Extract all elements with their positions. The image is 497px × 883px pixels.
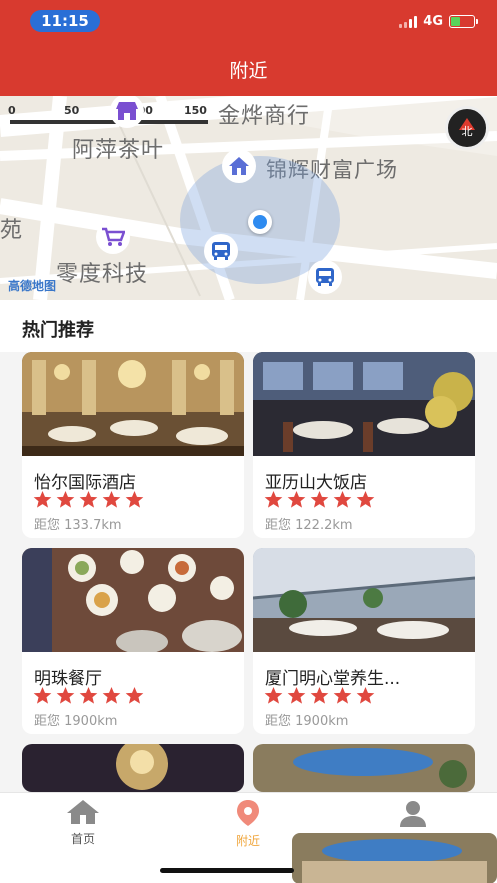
tab-label: 首页 — [70, 832, 95, 846]
star-icon — [102, 490, 121, 508]
home-indicator — [160, 868, 294, 873]
home-icon — [67, 800, 99, 824]
star-icon — [125, 490, 144, 508]
restaurant-card[interactable]: 怡尔国际酒店 距您 133.7km — [22, 352, 244, 538]
star-icon — [264, 686, 283, 704]
star-icon — [56, 686, 75, 704]
star-icon — [264, 490, 283, 508]
tab-nearby[interactable]: 附近 — [208, 799, 288, 849]
star-icon — [310, 490, 329, 508]
star-icon — [356, 686, 375, 704]
restaurant-photo — [253, 744, 475, 792]
rating-stars — [33, 490, 144, 509]
scale-tick: 150 — [184, 104, 207, 117]
status-time: 11:15 — [30, 10, 100, 32]
map-view[interactable]: 0 50 100 150 金烨商行 阿萍茶叶 锦辉财富广场 苑 零度科技 北 高… — [0, 96, 497, 300]
star-icon — [287, 686, 306, 704]
cart-icon[interactable] — [96, 220, 130, 254]
star-icon — [356, 490, 375, 508]
tab-label: 附近 — [235, 834, 260, 848]
bus-icon[interactable] — [204, 234, 238, 268]
battery-icon — [449, 15, 478, 28]
map-label: 零度科技 — [56, 262, 149, 287]
compass-label: 北 — [461, 125, 473, 138]
restaurant-photo — [22, 352, 244, 456]
restaurant-photo — [253, 352, 475, 456]
tab-home[interactable]: 首页 — [43, 799, 123, 847]
rating-stars — [264, 686, 375, 705]
rating-stars — [264, 490, 375, 509]
restaurant-card[interactable] — [22, 744, 244, 792]
restaurant-distance: 距您 1900km — [34, 714, 118, 729]
floating-photo-thumbnail — [292, 833, 497, 883]
restaurant-card[interactable] — [253, 744, 475, 792]
star-icon — [333, 490, 352, 508]
scale-tick: 0 — [8, 104, 16, 117]
status-indicators: 4G — [399, 14, 478, 29]
restaurant-photo — [22, 744, 244, 792]
restaurant-card[interactable]: 亚历山大饭店 距您 122.2km — [253, 352, 475, 538]
star-icon — [79, 490, 98, 508]
restaurant-photo — [253, 548, 475, 652]
star-icon — [310, 686, 329, 704]
star-icon — [125, 686, 144, 704]
section-header: 热门推荐 — [0, 300, 497, 352]
location-pin-icon — [237, 800, 259, 826]
star-icon — [33, 490, 52, 508]
signal-icon — [399, 15, 418, 28]
restaurant-distance: 距您 133.7km — [34, 518, 122, 533]
rating-stars — [33, 686, 144, 705]
star-icon — [33, 686, 52, 704]
star-icon — [333, 686, 352, 704]
map-label: 阿萍茶叶 — [72, 138, 165, 163]
scale-tick: 50 — [64, 104, 80, 117]
tab-profile[interactable] — [373, 799, 453, 834]
star-icon — [102, 686, 121, 704]
restaurant-card[interactable]: 厦门明心堂养生... 距您 1900km — [253, 548, 475, 734]
page-title: 附近 — [229, 60, 268, 82]
map-label: 苑 — [0, 218, 24, 243]
restaurant-photo — [22, 548, 244, 652]
star-icon — [56, 490, 75, 508]
top-bar: 11:15 4G 附近 — [0, 0, 497, 96]
compass-icon[interactable]: 北 — [445, 106, 489, 150]
bus-icon[interactable] — [308, 260, 342, 294]
restaurant-distance: 距您 122.2km — [265, 518, 353, 533]
section-title: 热门推荐 — [22, 320, 94, 341]
current-location-marker — [248, 210, 272, 234]
home-icon[interactable] — [222, 149, 256, 183]
map-provider-logo: 高德地图 — [8, 279, 57, 293]
restaurant-distance: 距您 1900km — [265, 714, 349, 729]
network-type: 4G — [423, 14, 443, 29]
restaurant-card[interactable]: 明珠餐厅 距您 1900km — [22, 548, 244, 734]
star-icon — [287, 490, 306, 508]
map-scale-bar — [10, 120, 208, 124]
star-icon — [79, 686, 98, 704]
user-icon — [400, 801, 426, 827]
map-label: 金烨商行 — [218, 104, 311, 129]
